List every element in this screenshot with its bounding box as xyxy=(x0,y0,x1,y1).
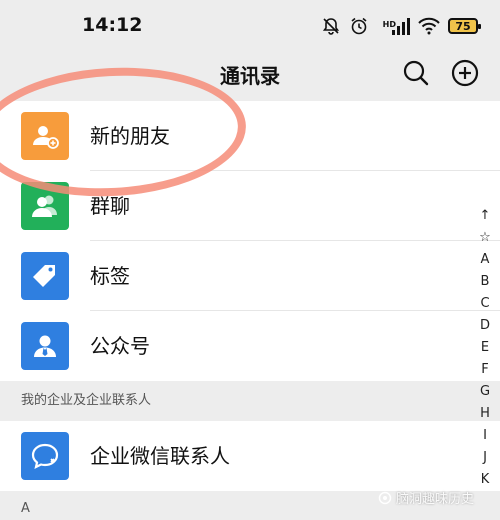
watermark-logo-icon xyxy=(378,491,392,504)
index-item-h[interactable]: H xyxy=(473,403,497,425)
group-chat-row[interactable]: 群聊 xyxy=(0,171,500,241)
official-account-icon xyxy=(21,322,69,370)
status-bar: 14:12 HD 75 xyxy=(0,0,500,52)
nav-bar: 通讯录 xyxy=(0,52,500,100)
contacts-list: 新的朋友 群聊 标签 公众号 我的企业及企业联系人 企业微信联系人 xyxy=(0,101,500,491)
search-icon[interactable] xyxy=(401,58,431,88)
wecom-contacts-row[interactable]: 企业微信联系人 xyxy=(0,421,500,491)
index-item-g[interactable]: G xyxy=(473,381,497,403)
new-friends-label: 新的朋友 xyxy=(90,124,170,148)
watermark-text: 脑洞趣味历史 xyxy=(396,492,475,507)
group-chat-label: 群聊 xyxy=(90,194,130,218)
alarm-icon xyxy=(351,17,367,35)
index-item-k[interactable]: K xyxy=(473,469,497,491)
signal-icon: HD xyxy=(377,17,410,35)
index-item-e[interactable]: E xyxy=(473,337,497,359)
status-time: 14:12 xyxy=(82,14,143,36)
wecom-contacts-label: 企业微信联系人 xyxy=(90,444,230,468)
alphabet-index-bar[interactable]: ↑ ☆ A B C D E F G H I J K xyxy=(473,205,497,491)
network-label: HD xyxy=(382,20,396,29)
official-accounts-label: 公众号 xyxy=(90,334,150,358)
status-icons: HD 75 xyxy=(321,14,481,38)
wifi-icon xyxy=(418,17,440,35)
index-item-j[interactable]: J xyxy=(473,447,497,469)
wecom-contacts-icon xyxy=(21,432,69,480)
battery-icon: 75 xyxy=(448,18,481,34)
group-chat-icon xyxy=(21,182,69,230)
tags-row[interactable]: 标签 xyxy=(0,241,500,311)
new-friend-icon xyxy=(21,112,69,160)
watermark: 脑洞趣味历史 xyxy=(378,488,474,507)
official-accounts-row[interactable]: 公众号 xyxy=(0,311,500,381)
add-circle-icon[interactable] xyxy=(450,58,480,88)
index-item-b[interactable]: B xyxy=(473,271,497,293)
enterprise-section-header: 我的企业及企业联系人 xyxy=(0,381,500,421)
new-friends-row[interactable]: 新的朋友 xyxy=(0,101,500,171)
index-item-d[interactable]: D xyxy=(473,315,497,337)
tag-icon xyxy=(21,252,69,300)
battery-level: 75 xyxy=(455,19,471,33)
index-item-i[interactable]: I xyxy=(473,425,497,447)
mute-bell-icon xyxy=(322,18,339,35)
index-item-c[interactable]: C xyxy=(473,293,497,315)
index-item-a[interactable]: A xyxy=(473,249,497,271)
index-item-f[interactable]: F xyxy=(473,359,497,381)
index-item-star[interactable]: ☆ xyxy=(473,227,497,249)
index-item-top[interactable]: ↑ xyxy=(473,205,497,227)
tags-label: 标签 xyxy=(90,264,130,288)
